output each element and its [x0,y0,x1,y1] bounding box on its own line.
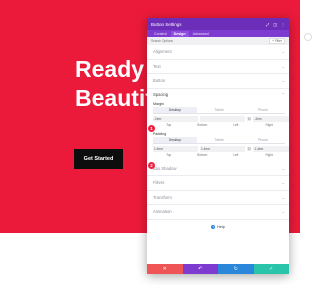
panel-header: Button Settings ⤢ ◫ ⋮ [147,18,289,30]
hero-title: Ready t Beautif [75,56,158,111]
padding-left-input[interactable] [253,145,289,152]
undo-button[interactable]: ↶ [182,264,218,274]
padding-inputs: ⛓ ⛓ [153,145,289,152]
chevron-up-icon: ⌃ [281,92,285,97]
chevron-down-icon: ⌄ [281,63,285,69]
section-filters[interactable]: Filters ⌄ [147,176,289,191]
panel-tabs: Content Design Advanced [147,30,289,37]
margin-side-labels: Top Bottom Left Right [166,122,273,127]
section-animation[interactable]: Animation ⌄ [147,205,289,220]
step-marker-2: 2 [148,162,155,169]
search-input[interactable] [151,39,231,43]
section-spacing[interactable]: Spacing ⌃ [147,89,289,101]
padding-device-tabs: Desktop Tablet Phone [153,136,285,144]
margin-bottom-input[interactable] [200,115,245,122]
padding-top-input[interactable] [153,145,198,152]
chevron-down-icon: ⌄ [281,78,285,84]
device-tab-desktop[interactable]: Desktop [153,136,197,143]
device-tab-tablet[interactable]: Tablet [197,137,241,143]
cancel-button[interactable]: ✕ [147,264,183,274]
panel-title: Button Settings [151,21,182,27]
help-icon: ? [211,224,216,229]
button-settings-panel: Button Settings ⤢ ◫ ⋮ Content Design Adv… [147,18,289,274]
margin-top-input[interactable] [153,115,198,122]
device-tab-phone[interactable]: Phone [241,137,285,143]
device-tab-desktop[interactable]: Desktop [153,106,197,113]
margin-inputs: ⛓ ⛓ [153,115,289,122]
filter-button[interactable]: + Filter [269,38,285,44]
get-started-button[interactable]: Get Started [74,149,123,169]
padding-bottom-input[interactable] [200,145,245,152]
margin-left-input[interactable] [253,115,289,122]
more-icon[interactable]: ⋮ [281,22,285,27]
device-tab-tablet[interactable]: Tablet [197,107,241,113]
device-tab-phone[interactable]: Phone [241,107,285,113]
link-icon[interactable]: ⛓ [247,146,251,152]
search-row: + Filter [147,37,289,45]
tab-content[interactable]: Content [151,31,170,37]
tab-advanced[interactable]: Advanced [190,31,212,37]
chevron-down-icon: ⌄ [281,49,285,55]
chevron-down-icon: ⌄ [281,165,285,171]
section-button[interactable]: Button ⌄ [147,74,289,89]
section-alignment[interactable]: Alignment ⌄ [147,45,289,60]
redo-button[interactable]: ↻ [218,264,254,274]
action-bar: ✕ ↶ ↻ ✓ [147,264,289,274]
help-link[interactable]: ? Help [147,220,289,234]
tab-design[interactable]: Design [170,31,189,37]
margin-device-tabs: Desktop Tablet Phone [153,106,285,114]
link-icon[interactable]: ⛓ [247,116,251,122]
step-marker-1: 1 [148,125,155,132]
help-label: Help [217,224,225,229]
section-transform[interactable]: Transform ⌄ [147,191,289,205]
chevron-down-icon: ⌄ [281,180,285,186]
save-button[interactable]: ✓ [253,264,289,274]
chevron-down-icon: ⌄ [281,209,285,215]
chevron-down-icon: ⌄ [281,194,285,200]
padding-side-labels: Top Bottom Left Right [166,152,273,157]
columns-icon[interactable]: ◫ [273,22,277,27]
panel-resize-handle[interactable] [304,33,312,41]
section-text[interactable]: Text ⌄ [147,60,289,74]
section-box-shadow[interactable]: Box Shadow ⌄ [147,162,289,176]
expand-icon[interactable]: ⤢ [266,22,269,27]
